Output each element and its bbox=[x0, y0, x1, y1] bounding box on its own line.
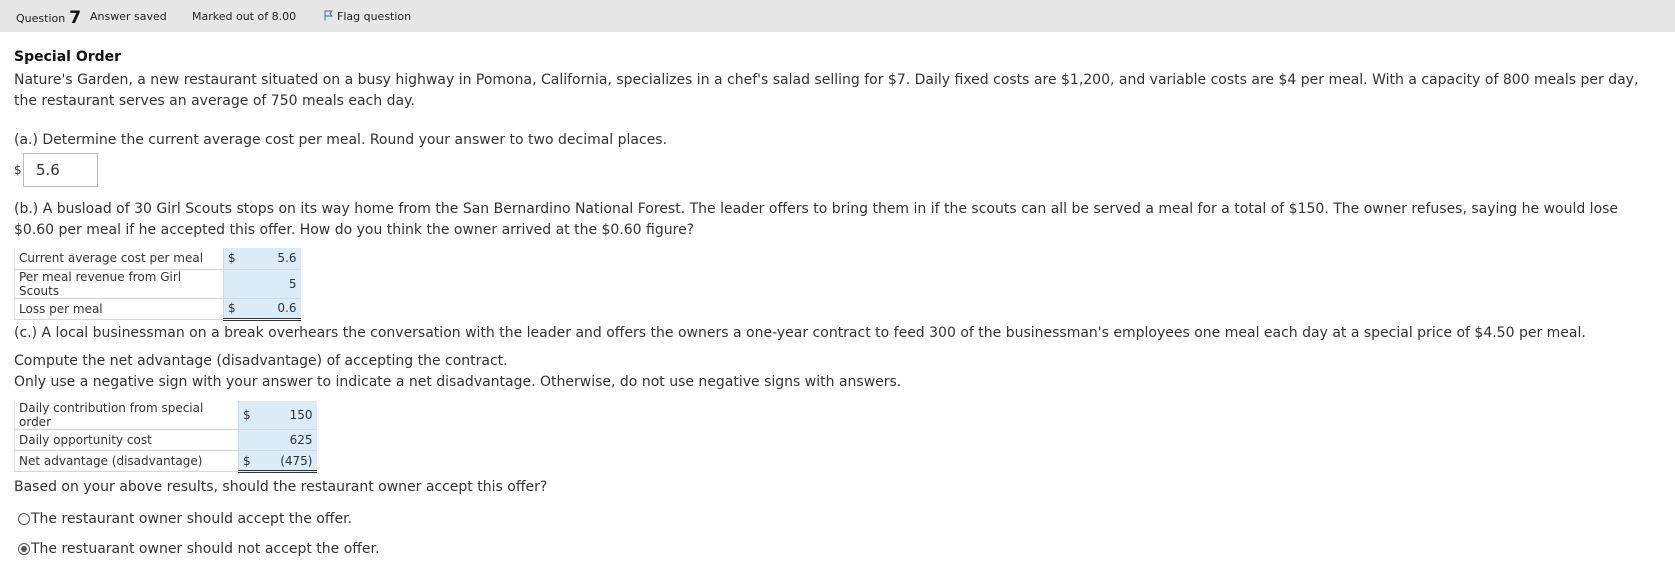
table-row: Daily contribution from special order $ … bbox=[14, 401, 317, 430]
row-label: Daily contribution from special order bbox=[14, 401, 239, 430]
table-row: Net advantage (disadvantage) $ (475) bbox=[14, 450, 317, 473]
row-value[interactable]: (475) bbox=[266, 450, 317, 473]
row-value[interactable]: 5 bbox=[251, 269, 301, 299]
row-value[interactable]: 5.6 bbox=[251, 248, 301, 270]
table-row: Daily opportunity cost 625 bbox=[14, 429, 317, 451]
table-row: Loss per meal $ 0.6 bbox=[14, 297, 301, 321]
row-label: Net advantage (disadvantage) bbox=[14, 450, 239, 472]
part-b-table: Current average cost per meal $ 5.6 Per … bbox=[14, 248, 301, 321]
table-row: Current average cost per meal $ 5.6 bbox=[14, 248, 301, 270]
row-value[interactable]: 0.6 bbox=[251, 297, 301, 321]
row-currency: $ bbox=[238, 401, 267, 430]
flag-icon bbox=[324, 10, 334, 21]
radio-button[interactable] bbox=[18, 543, 30, 555]
flag-question-link[interactable]: Flag question bbox=[324, 0, 411, 32]
part-c-prompt: (c.) A local businessman on a break over… bbox=[14, 325, 1586, 341]
radio-button[interactable] bbox=[18, 513, 30, 525]
row-currency: $ bbox=[223, 297, 252, 321]
question-title: Special Order bbox=[14, 49, 122, 65]
row-label: Daily opportunity cost bbox=[14, 429, 239, 451]
row-value[interactable]: 625 bbox=[266, 429, 317, 451]
part-a-prompt: (a.) Determine the current average cost … bbox=[14, 132, 668, 148]
question-intro: Nature's Garden, a new restaurant situat… bbox=[14, 72, 1639, 109]
option-label: The restaurant owner should accept the o… bbox=[31, 511, 353, 527]
part-c-table: Daily contribution from special order $ … bbox=[14, 401, 317, 473]
row-currency bbox=[223, 269, 252, 299]
marks-info: Marked out of 8.00 bbox=[192, 10, 297, 23]
part-c-sign-note: Only use a negative sign with your answe… bbox=[14, 374, 902, 390]
row-currency bbox=[238, 429, 267, 451]
flag-question-label: Flag question bbox=[337, 10, 412, 23]
row-label: Per meal revenue from Girl Scouts bbox=[14, 269, 224, 299]
row-label: Current average cost per meal bbox=[14, 248, 224, 270]
question-info-bar: Question 7 Answer saved Marked out of 8.0… bbox=[0, 0, 1675, 32]
part-a-answer-input[interactable] bbox=[23, 153, 98, 187]
option-label: The restuarant owner should not accept t… bbox=[31, 541, 380, 557]
row-label: Loss per meal bbox=[14, 298, 224, 320]
table-row: Per meal revenue from Girl Scouts 5 bbox=[14, 269, 301, 299]
row-currency: $ bbox=[238, 450, 267, 473]
part-b-prompt: (b.) A busload of 30 Girl Scouts stops o… bbox=[14, 201, 1619, 238]
question-word: Question bbox=[16, 12, 66, 25]
part-a-currency: $ bbox=[14, 163, 22, 177]
answer-status: Answer saved bbox=[90, 10, 167, 23]
question-label: Question 7 bbox=[16, 0, 81, 32]
question-number: 7 bbox=[69, 8, 82, 28]
row-currency: $ bbox=[223, 248, 252, 270]
row-value[interactable]: 150 bbox=[266, 401, 317, 430]
part-c-decision-prompt: Based on your above results, should the … bbox=[14, 479, 548, 495]
option-accept[interactable]: The restaurant owner should accept the o… bbox=[18, 511, 352, 527]
option-not-accept[interactable]: The restuarant owner should not accept t… bbox=[18, 541, 379, 557]
part-c-instruction: Compute the net advantage (disadvantage)… bbox=[14, 353, 508, 369]
